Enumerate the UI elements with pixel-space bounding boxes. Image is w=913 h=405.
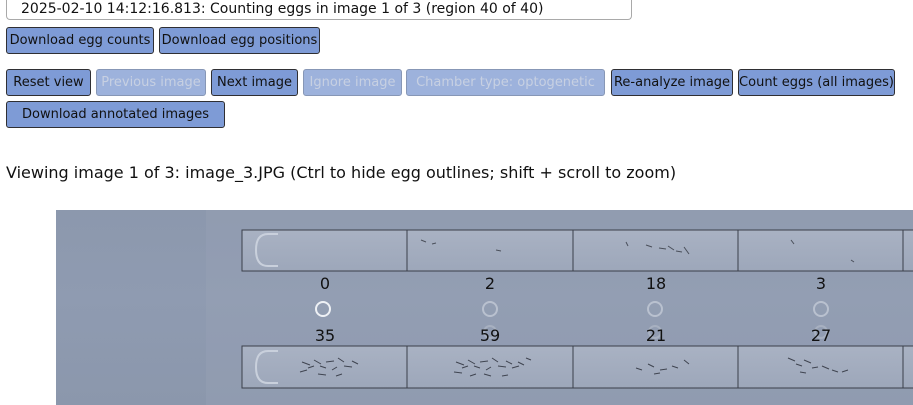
status-message: 2025-02-10 14:12:16.813: Counting eggs i… [6,0,632,20]
reanalyze-image-button[interactable]: Re-analyze image [611,69,733,96]
viewing-info-text: Viewing image 1 of 3: image_3.JPG (Ctrl … [6,163,677,182]
download-annotated-images-button[interactable]: Download annotated images [6,101,225,128]
egg-count-bottom-3: 21 [645,326,667,345]
chamber-image[interactable]: 0 2 18 3 35 59 21 27 [56,210,913,405]
egg-count-top-1: 0 [319,274,331,293]
egg-count-bottom-2: 59 [479,326,501,345]
bottom-slot-row [241,345,913,389]
egg-count-top-4: 3 [815,274,827,293]
chamber-image-drawing [206,210,913,405]
egg-count-bottom-1: 35 [314,326,336,345]
egg-count-top-2: 2 [484,274,496,293]
chamber-type-select[interactable]: Chamber type: optogenetic [406,69,605,96]
reset-view-button[interactable]: Reset view [6,69,91,96]
download-egg-counts-button[interactable]: Download egg counts [6,27,154,54]
egg-count-bottom-4: 27 [810,326,832,345]
download-egg-positions-button[interactable]: Download egg positions [159,27,320,54]
next-image-button[interactable]: Next image [211,69,298,96]
previous-image-button[interactable]: Previous image [96,69,206,96]
count-eggs-all-button[interactable]: Count eggs (all images) [738,69,895,96]
ignore-image-button[interactable]: Ignore image [303,69,402,96]
top-slot-row [241,229,913,272]
egg-count-top-3: 18 [645,274,667,293]
